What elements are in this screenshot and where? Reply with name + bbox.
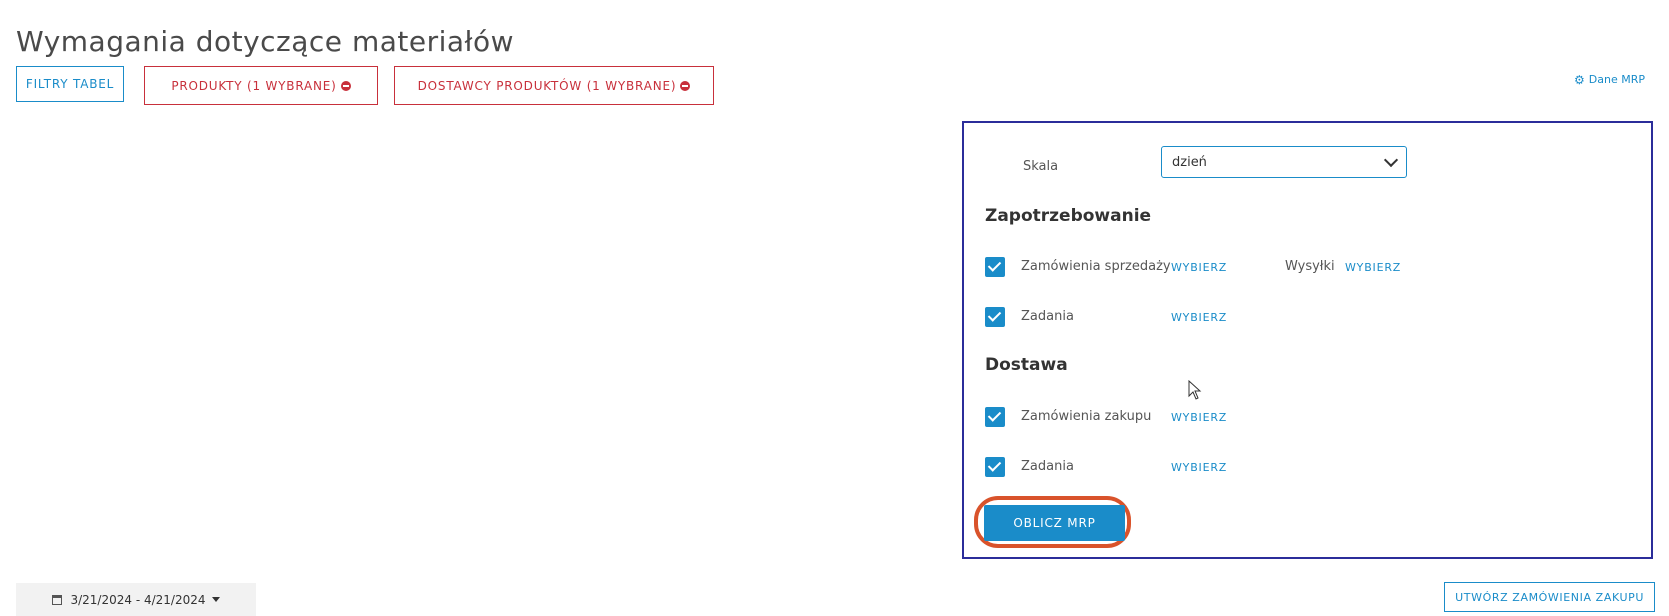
table-filters-label: FILTRY TABEL [25, 77, 115, 91]
supply-tasks-label: Zadania [1021, 459, 1074, 474]
purchase-orders-choose-link[interactable]: WYBIERZ [1171, 411, 1227, 424]
shipments-label: Wysyłki [1285, 259, 1335, 274]
date-range-value: 3/21/2024 - 4/21/2024 [70, 592, 206, 607]
table-filters-button[interactable]: FILTRY TABEL [16, 66, 124, 102]
mrp-data-label: Dane MRP [1588, 73, 1645, 86]
mrp-settings-panel: Skala dzień Zapotrzebowanie Zamówienia s… [962, 121, 1653, 559]
sales-orders-choose-link[interactable]: WYBIERZ [1171, 261, 1227, 274]
supply-section-title: Dostawa [985, 355, 1068, 375]
demand-tasks-choose-link[interactable]: WYBIERZ [1171, 311, 1227, 324]
calculate-mrp-label: OBLICZ MRP [1013, 516, 1096, 530]
products-filter-label: PRODUKTY (1 WYBRANE) [171, 78, 337, 93]
scale-label: Skala [1023, 159, 1059, 174]
demand-section-title: Zapotrzebowanie [985, 206, 1152, 226]
sales-orders-label: Zamówienia sprzedaży [1021, 259, 1171, 274]
sales-orders-checkbox[interactable] [985, 257, 1005, 277]
shipments-choose-link[interactable]: WYBIERZ [1345, 261, 1401, 274]
suppliers-filter-label: DOSTAWCY PRODUKTÓW (1 WYBRANE) [417, 78, 677, 93]
scale-select[interactable]: dzień [1161, 146, 1407, 178]
create-purchase-orders-label: UTWÓRZ ZAMÓWIENIA ZAKUPU [1455, 590, 1644, 604]
date-range-picker[interactable]: 3/21/2024 - 4/21/2024 [16, 583, 256, 616]
calendar-icon [52, 594, 63, 605]
remove-circle-icon[interactable] [340, 80, 351, 91]
page-title: Wymagania dotyczące materiałów [16, 24, 515, 58]
chevron-down-icon [1383, 152, 1399, 167]
demand-tasks-label: Zadania [1021, 309, 1074, 324]
gear-icon: ⚙ [1574, 72, 1585, 87]
mrp-data-link[interactable]: ⚙ Dane MRP [1574, 73, 1645, 86]
calculate-mrp-button[interactable]: OBLICZ MRP [984, 505, 1125, 541]
supply-tasks-choose-link[interactable]: WYBIERZ [1171, 461, 1227, 474]
suppliers-filter-button[interactable]: DOSTAWCY PRODUKTÓW (1 WYBRANE) [394, 66, 714, 105]
purchase-orders-checkbox[interactable] [985, 407, 1005, 427]
demand-tasks-checkbox[interactable] [985, 307, 1005, 327]
remove-circle-icon[interactable] [680, 80, 691, 91]
create-purchase-orders-button[interactable]: UTWÓRZ ZAMÓWIENIA ZAKUPU [1444, 582, 1655, 612]
purchase-orders-label: Zamówienia zakupu [1021, 409, 1152, 424]
supply-tasks-checkbox[interactable] [985, 457, 1005, 477]
products-filter-button[interactable]: PRODUKTY (1 WYBRANE) [144, 66, 378, 105]
scale-select-value: dzień [1172, 154, 1207, 170]
caret-down-icon [211, 597, 220, 602]
mouse-cursor-icon [1188, 380, 1202, 400]
